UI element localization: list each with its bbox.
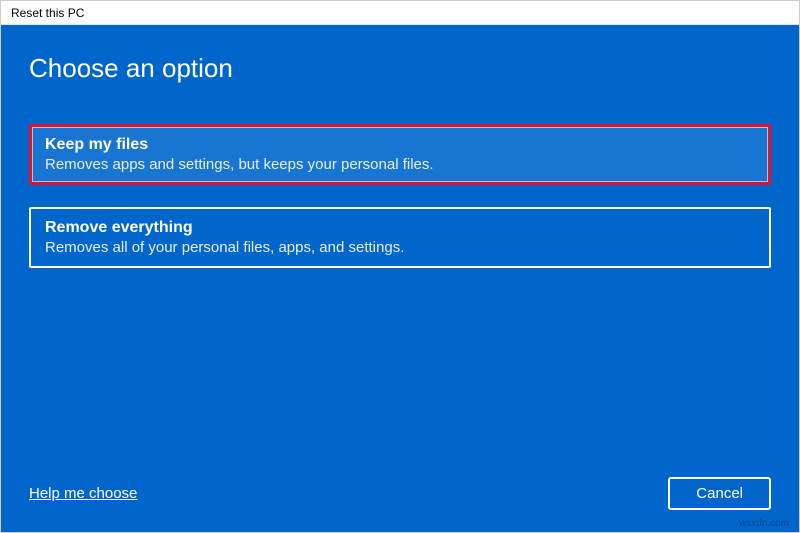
watermark: wsxdn.com [739, 518, 789, 529]
page-heading: Choose an option [29, 53, 771, 84]
cancel-button[interactable]: Cancel [668, 477, 771, 510]
dialog-content: Choose an option Keep my files Removes a… [1, 25, 799, 532]
option-keep-desc: Removes apps and settings, but keeps you… [45, 156, 755, 173]
window-title: Reset this PC [1, 1, 799, 25]
option-remove-title: Remove everything [45, 219, 755, 237]
option-keep-my-files[interactable]: Keep my files Removes apps and settings,… [29, 124, 771, 185]
option-remove-everything[interactable]: Remove everything Removes all of your pe… [29, 207, 771, 268]
option-keep-title: Keep my files [45, 136, 755, 154]
reset-pc-dialog: Reset this PC Choose an option Keep my f… [0, 0, 800, 533]
help-me-choose-link[interactable]: Help me choose [29, 485, 137, 502]
option-remove-desc: Removes all of your personal files, apps… [45, 239, 755, 256]
dialog-footer: Help me choose Cancel [29, 457, 771, 510]
